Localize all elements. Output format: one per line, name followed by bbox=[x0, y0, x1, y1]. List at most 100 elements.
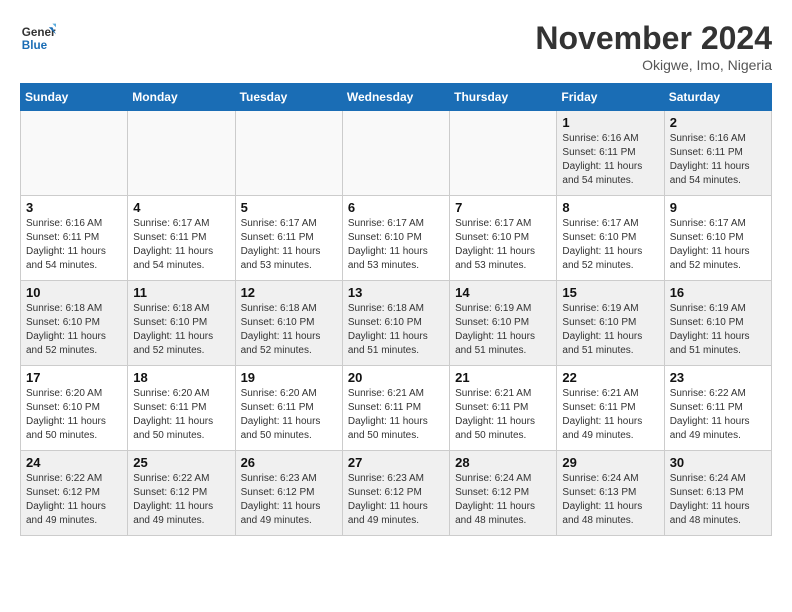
weekday-header-friday: Friday bbox=[557, 84, 664, 111]
day-info: Sunrise: 6:17 AM Sunset: 6:11 PM Dayligh… bbox=[133, 217, 229, 273]
day-number: 12 bbox=[241, 285, 337, 300]
day-number: 15 bbox=[562, 285, 658, 300]
logo-icon: General Blue bbox=[20, 20, 56, 56]
day-number: 30 bbox=[670, 455, 766, 470]
day-info: Sunrise: 6:20 AM Sunset: 6:11 PM Dayligh… bbox=[241, 387, 337, 443]
calendar-cell: 6 Sunrise: 6:17 AM Sunset: 6:10 PM Daylig… bbox=[342, 196, 449, 281]
day-info: Sunrise: 6:24 AM Sunset: 6:13 PM Dayligh… bbox=[562, 472, 658, 528]
calendar-cell: 8 Sunrise: 6:17 AM Sunset: 6:10 PM Daylig… bbox=[557, 196, 664, 281]
day-number: 17 bbox=[26, 370, 122, 385]
day-info: Sunrise: 6:22 AM Sunset: 6:11 PM Dayligh… bbox=[670, 387, 766, 443]
day-info: Sunrise: 6:21 AM Sunset: 6:11 PM Dayligh… bbox=[562, 387, 658, 443]
day-number: 29 bbox=[562, 455, 658, 470]
day-info: Sunrise: 6:19 AM Sunset: 6:10 PM Dayligh… bbox=[562, 302, 658, 358]
calendar-cell: 19Sunrise: 6:20 AM Sunset: 6:11 PM Dayli… bbox=[235, 366, 342, 451]
calendar-cell: 27 Sunrise: 6:23 AM Sunset: 6:12 PM Dayli… bbox=[342, 451, 449, 536]
calendar-cell: 9 Sunrise: 6:17 AM Sunset: 6:10 PM Daylig… bbox=[664, 196, 771, 281]
day-info: Sunrise: 6:24 AM Sunset: 6:12 PM Dayligh… bbox=[455, 472, 551, 528]
day-info: Sunrise: 6:17 AM Sunset: 6:10 PM Dayligh… bbox=[348, 217, 444, 273]
day-info: Sunrise: 6:20 AM Sunset: 6:10 PM Dayligh… bbox=[26, 387, 122, 443]
calendar-cell: 5 Sunrise: 6:17 AM Sunset: 6:11 PM Daylig… bbox=[235, 196, 342, 281]
day-info: Sunrise: 6:16 AM Sunset: 6:11 PM Dayligh… bbox=[562, 132, 658, 188]
calendar-cell bbox=[342, 111, 449, 196]
day-info: Sunrise: 6:16 AM Sunset: 6:11 PM Dayligh… bbox=[26, 217, 122, 273]
weekday-header-saturday: Saturday bbox=[664, 84, 771, 111]
weekday-header-thursday: Thursday bbox=[450, 84, 557, 111]
day-info: Sunrise: 6:22 AM Sunset: 6:12 PM Dayligh… bbox=[133, 472, 229, 528]
weekday-header-row: SundayMondayTuesdayWednesdayThursdayFrid… bbox=[21, 84, 772, 111]
day-info: Sunrise: 6:23 AM Sunset: 6:12 PM Dayligh… bbox=[348, 472, 444, 528]
week-row-3: 17 Sunrise: 6:20 AM Sunset: 6:10 PM Dayli… bbox=[21, 366, 772, 451]
day-number: 28 bbox=[455, 455, 551, 470]
day-number: 27 bbox=[348, 455, 444, 470]
week-row-2: 10 Sunrise: 6:18 AM Sunset: 6:10 PM Dayli… bbox=[21, 281, 772, 366]
calendar-cell: 7 Sunrise: 6:17 AM Sunset: 6:10 PM Daylig… bbox=[450, 196, 557, 281]
calendar-cell bbox=[128, 111, 235, 196]
calendar-cell: 16Sunrise: 6:19 AM Sunset: 6:10 PM Dayli… bbox=[664, 281, 771, 366]
calendar-cell: 11 Sunrise: 6:18 AM Sunset: 6:10 PM Dayli… bbox=[128, 281, 235, 366]
day-number: 14 bbox=[455, 285, 551, 300]
weekday-header-tuesday: Tuesday bbox=[235, 84, 342, 111]
day-info: Sunrise: 6:17 AM Sunset: 6:10 PM Dayligh… bbox=[562, 217, 658, 273]
day-number: 2 bbox=[670, 115, 766, 130]
day-info: Sunrise: 6:19 AM Sunset: 6:10 PM Dayligh… bbox=[455, 302, 551, 358]
day-number: 24 bbox=[26, 455, 122, 470]
day-info: Sunrise: 6:17 AM Sunset: 6:10 PM Dayligh… bbox=[670, 217, 766, 273]
week-row-4: 24 Sunrise: 6:22 AM Sunset: 6:12 PM Dayli… bbox=[21, 451, 772, 536]
day-info: Sunrise: 6:22 AM Sunset: 6:12 PM Dayligh… bbox=[26, 472, 122, 528]
calendar-cell: 22Sunrise: 6:21 AM Sunset: 6:11 PM Dayli… bbox=[557, 366, 664, 451]
weekday-header-wednesday: Wednesday bbox=[342, 84, 449, 111]
title-area: November 2024 Okigwe, Imo, Nigeria bbox=[535, 20, 772, 73]
calendar-cell: 4 Sunrise: 6:17 AM Sunset: 6:11 PM Daylig… bbox=[128, 196, 235, 281]
calendar-cell: 29 Sunrise: 6:24 AM Sunset: 6:13 PM Dayli… bbox=[557, 451, 664, 536]
day-number: 20 bbox=[348, 370, 444, 385]
week-row-1: 3 Sunrise: 6:16 AM Sunset: 6:11 PM Daylig… bbox=[21, 196, 772, 281]
svg-text:Blue: Blue bbox=[22, 39, 48, 52]
day-number: 6 bbox=[348, 200, 444, 215]
week-row-0: 1 Sunrise: 6:16 AM Sunset: 6:11 PM Daylig… bbox=[21, 111, 772, 196]
header: General Blue November 2024 Okigwe, Imo, … bbox=[20, 20, 772, 73]
day-info: Sunrise: 6:23 AM Sunset: 6:12 PM Dayligh… bbox=[241, 472, 337, 528]
day-number: 23 bbox=[670, 370, 766, 385]
day-number: 18 bbox=[133, 370, 229, 385]
day-number: 4 bbox=[133, 200, 229, 215]
calendar-cell bbox=[235, 111, 342, 196]
day-number: 8 bbox=[562, 200, 658, 215]
day-number: 3 bbox=[26, 200, 122, 215]
day-number: 13 bbox=[348, 285, 444, 300]
logo: General Blue bbox=[20, 20, 56, 56]
day-info: Sunrise: 6:17 AM Sunset: 6:11 PM Dayligh… bbox=[241, 217, 337, 273]
day-number: 10 bbox=[26, 285, 122, 300]
calendar-cell: 21 Sunrise: 6:21 AM Sunset: 6:11 PM Dayli… bbox=[450, 366, 557, 451]
calendar-cell: 2 Sunrise: 6:16 AM Sunset: 6:11 PM Daylig… bbox=[664, 111, 771, 196]
day-number: 11 bbox=[133, 285, 229, 300]
day-info: Sunrise: 6:18 AM Sunset: 6:10 PM Dayligh… bbox=[26, 302, 122, 358]
calendar-cell: 12 Sunrise: 6:18 AM Sunset: 6:10 PM Dayli… bbox=[235, 281, 342, 366]
calendar-cell: 23 Sunrise: 6:22 AM Sunset: 6:11 PM Dayli… bbox=[664, 366, 771, 451]
calendar-cell: 20Sunrise: 6:21 AM Sunset: 6:11 PM Dayli… bbox=[342, 366, 449, 451]
calendar-cell: 17 Sunrise: 6:20 AM Sunset: 6:10 PM Dayli… bbox=[21, 366, 128, 451]
calendar-cell bbox=[21, 111, 128, 196]
day-info: Sunrise: 6:20 AM Sunset: 6:11 PM Dayligh… bbox=[133, 387, 229, 443]
weekday-header-sunday: Sunday bbox=[21, 84, 128, 111]
calendar-cell: 1 Sunrise: 6:16 AM Sunset: 6:11 PM Daylig… bbox=[557, 111, 664, 196]
day-number: 1 bbox=[562, 115, 658, 130]
calendar-cell: 26Sunrise: 6:23 AM Sunset: 6:12 PM Dayli… bbox=[235, 451, 342, 536]
day-info: Sunrise: 6:18 AM Sunset: 6:10 PM Dayligh… bbox=[241, 302, 337, 358]
day-number: 9 bbox=[670, 200, 766, 215]
calendar-cell: 30Sunrise: 6:24 AM Sunset: 6:13 PM Dayli… bbox=[664, 451, 771, 536]
day-number: 5 bbox=[241, 200, 337, 215]
calendar-table: SundayMondayTuesdayWednesdayThursdayFrid… bbox=[20, 83, 772, 536]
weekday-header-monday: Monday bbox=[128, 84, 235, 111]
calendar-cell: 24 Sunrise: 6:22 AM Sunset: 6:12 PM Dayli… bbox=[21, 451, 128, 536]
calendar-cell: 28 Sunrise: 6:24 AM Sunset: 6:12 PM Dayli… bbox=[450, 451, 557, 536]
calendar-cell bbox=[450, 111, 557, 196]
day-info: Sunrise: 6:17 AM Sunset: 6:10 PM Dayligh… bbox=[455, 217, 551, 273]
day-info: Sunrise: 6:21 AM Sunset: 6:11 PM Dayligh… bbox=[455, 387, 551, 443]
calendar-cell: 13Sunrise: 6:18 AM Sunset: 6:10 PM Dayli… bbox=[342, 281, 449, 366]
day-number: 7 bbox=[455, 200, 551, 215]
day-info: Sunrise: 6:16 AM Sunset: 6:11 PM Dayligh… bbox=[670, 132, 766, 188]
day-info: Sunrise: 6:18 AM Sunset: 6:10 PM Dayligh… bbox=[133, 302, 229, 358]
day-number: 16 bbox=[670, 285, 766, 300]
day-number: 21 bbox=[455, 370, 551, 385]
